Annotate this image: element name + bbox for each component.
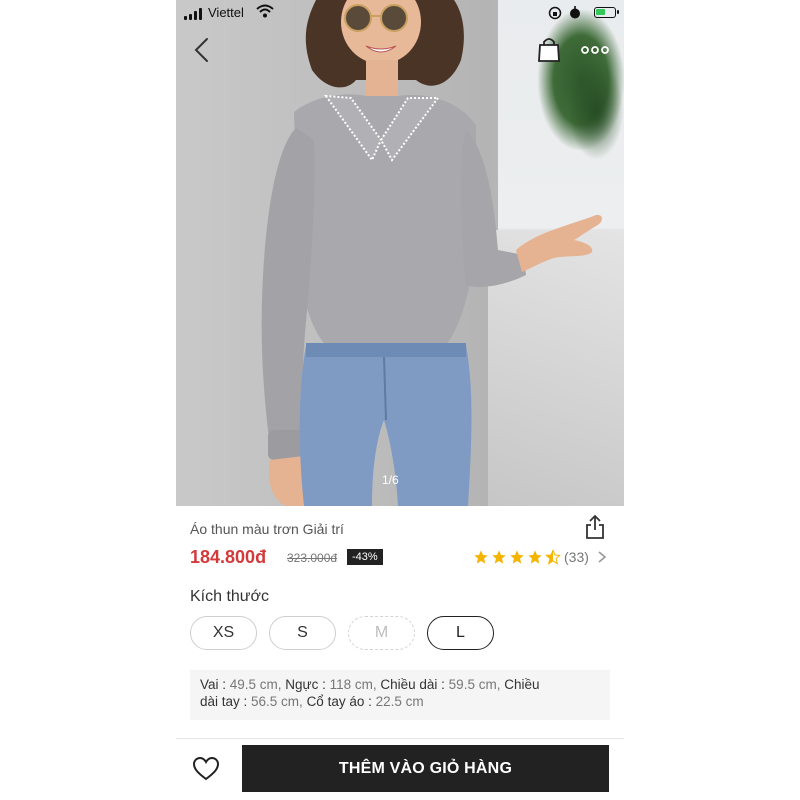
- orientation-lock-icon: [548, 6, 562, 20]
- star-icon: [510, 550, 524, 564]
- product-screen: Viettel 1/6 Áo thun màu trơn Giải trí 18…: [176, 0, 624, 800]
- status-right-icons: [546, 6, 619, 20]
- measure-key: Cổ tay áo :: [306, 694, 376, 709]
- footer-divider: [176, 738, 624, 739]
- measurements-line-1: Vai : 49.5 cm, Ngực : 118 cm, Chiều dài …: [200, 676, 600, 693]
- current-price: 184.800đ: [190, 547, 267, 567]
- measure-value: 59.5 cm,: [448, 677, 505, 692]
- size-option-l[interactable]: L: [427, 616, 494, 650]
- heart-icon[interactable]: [192, 756, 220, 782]
- rating-count: (33): [564, 549, 589, 565]
- back-chevron-icon[interactable]: [190, 36, 214, 64]
- measurements-line-2: dài tay : 56.5 cm, Cổ tay áo : 22.5 cm: [200, 693, 600, 710]
- rating-stars: [472, 549, 562, 565]
- star-icon: [492, 550, 506, 564]
- size-option-xs[interactable]: XS: [190, 616, 257, 650]
- measure-value: 49.5 cm,: [229, 677, 286, 692]
- half-star-icon: [545, 549, 561, 565]
- chevron-right-icon: [598, 551, 607, 563]
- star-icon: [474, 550, 488, 564]
- measure-value: 56.5 cm,: [251, 694, 307, 709]
- add-to-cart-button[interactable]: THÊM VÀO GIỎ HÀNG: [242, 745, 609, 792]
- more-dots-icon[interactable]: [580, 40, 610, 60]
- size-measurements: Vai : 49.5 cm, Ngực : 118 cm, Chiều dài …: [190, 670, 610, 720]
- size-option-m: M: [348, 616, 415, 650]
- product-image-gallery[interactable]: Viettel 1/6: [176, 0, 624, 506]
- measure-key: Chiều: [504, 677, 540, 692]
- measure-value: 118 cm,: [329, 677, 381, 692]
- product-photo-model: [261, 0, 602, 506]
- battery-icon: [594, 7, 619, 18]
- measure-value: 22.5 cm: [375, 694, 424, 709]
- signal-icon: [184, 8, 204, 20]
- carrier-name: Viettel: [208, 5, 244, 20]
- alarm-icon: [570, 6, 580, 19]
- image-counter: 1/6: [382, 473, 399, 487]
- measure-key: Vai :: [200, 677, 230, 692]
- wifi-icon: [256, 4, 274, 18]
- measure-key: Ngực :: [285, 677, 330, 692]
- original-price: 323.000đ: [287, 551, 338, 565]
- rating-summary[interactable]: (33): [472, 548, 607, 566]
- measure-key: dài tay :: [200, 694, 252, 709]
- size-section-label: Kích thước: [190, 588, 270, 605]
- status-bar: Viettel: [176, 0, 624, 26]
- share-icon[interactable]: [584, 514, 606, 540]
- size-option-s[interactable]: S: [269, 616, 336, 650]
- size-options: XS S M L: [190, 616, 510, 650]
- star-icon: [528, 550, 542, 564]
- discount-badge: -43%: [347, 549, 383, 565]
- shopping-bag-icon[interactable]: [536, 36, 562, 64]
- measure-key: Chiều dài :: [380, 677, 449, 692]
- product-title: Áo thun màu trơn Giải trí: [190, 521, 344, 537]
